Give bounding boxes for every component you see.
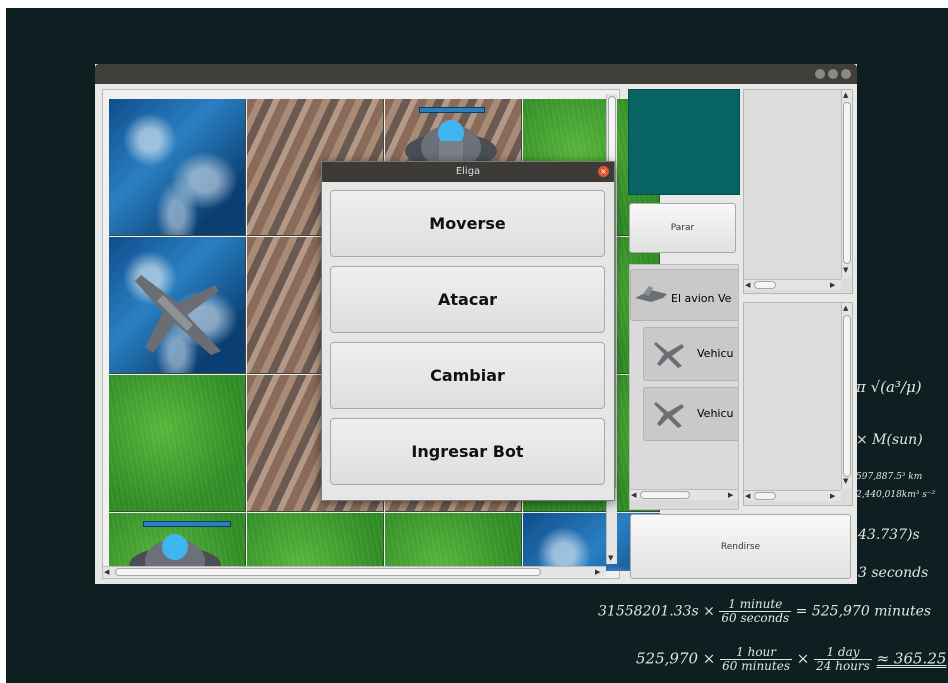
action-dialog: Eliga × Moverse Atacar Cambiar Ingresar …	[321, 161, 615, 501]
enter-bot-button-label: Ingresar Bot	[411, 442, 524, 461]
jet-icon	[635, 286, 667, 302]
jet-unit-icon	[135, 275, 221, 355]
surrender-button[interactable]: Rendirse	[630, 514, 851, 579]
board-horizontal-scrollbar[interactable]: ◀ ▶	[103, 566, 606, 577]
scroll-right-arrow-icon[interactable]: ▶	[830, 492, 835, 500]
vertical-scrollbar[interactable]: ▲ ▼	[841, 303, 852, 489]
scroll-up-arrow-icon[interactable]: ▲	[843, 91, 848, 99]
board-tile-grass[interactable]	[247, 513, 384, 571]
move-button[interactable]: Moverse	[330, 190, 605, 257]
attack-button-label: Atacar	[438, 290, 497, 309]
unit-list-item-label: Vehicu	[697, 347, 734, 360]
enter-bot-button[interactable]: Ingresar Bot	[330, 418, 605, 485]
chalk-line-2-result: ≈ 365.25	[876, 649, 947, 668]
change-button[interactable]: Cambiar	[330, 342, 605, 409]
unit-list-horizontal-scrollbar[interactable]: ◀ ▶	[630, 489, 738, 500]
horizontal-scrollbar[interactable]: ◀ ▶	[744, 490, 841, 501]
board-tile-grass[interactable]	[109, 375, 246, 512]
chalk-fraction-day: 1 day 24 hours	[814, 646, 872, 673]
scroll-left-arrow-icon[interactable]: ◀	[104, 568, 109, 576]
scroll-thumb[interactable]	[640, 491, 690, 499]
scroll-thumb[interactable]	[115, 568, 541, 576]
scroll-thumb[interactable]	[843, 315, 851, 477]
chalk-line-1-mult: ×	[703, 603, 715, 620]
unit-list-item[interactable]: Vehicu	[643, 387, 738, 441]
vertical-scrollbar[interactable]: ▲ ▼	[841, 90, 852, 278]
chalk-fraction-minute: 1 minute 60 seconds	[719, 598, 792, 625]
scroll-up-arrow-icon[interactable]: ▲	[843, 304, 848, 312]
chalk-period: 43.737)s	[858, 527, 920, 543]
scroll-down-arrow-icon[interactable]: ▼	[843, 266, 848, 274]
chalk-fraction-num: 1 minute	[719, 598, 792, 612]
scroll-thumb[interactable]	[754, 492, 776, 500]
chalk-distance: 597,887.5³ km	[856, 472, 923, 482]
chalk-seconds: 3 seconds	[858, 565, 929, 581]
scroll-left-arrow-icon[interactable]: ◀	[745, 492, 750, 500]
info-panel-top: ▲ ▼ ◀ ▶	[743, 89, 853, 294]
chalk-fraction-num: 1 day	[814, 646, 872, 660]
unit-list-item[interactable]: Vehicu	[643, 327, 738, 381]
scroll-thumb[interactable]	[843, 102, 851, 264]
chalk-line-1-result: = 525,970 minutes	[795, 603, 932, 620]
scroll-left-arrow-icon[interactable]: ◀	[745, 281, 750, 289]
unit-list-panel: El avion Ve Vehicu Vehicu ◀ ▶	[629, 264, 739, 510]
change-button-label: Cambiar	[430, 366, 505, 385]
scroll-down-arrow-icon[interactable]: ▼	[608, 554, 613, 562]
board-tile-grass[interactable]	[385, 513, 522, 571]
maximize-icon[interactable]	[828, 69, 838, 79]
dialog-title-text: Eliga	[455, 166, 481, 177]
horizontal-scrollbar[interactable]: ◀ ▶	[744, 279, 841, 290]
board-tile-grass[interactable]	[109, 513, 246, 571]
chalk-gm: 2,440,018km³ s⁻²	[856, 490, 936, 500]
board-tile-water[interactable]	[109, 99, 246, 236]
selected-unit-row[interactable]: El avion Ve	[630, 269, 738, 321]
board-tile-water[interactable]	[109, 237, 246, 374]
minimize-icon[interactable]	[815, 69, 825, 79]
jet-icon	[654, 402, 684, 428]
move-button-label: Moverse	[429, 214, 506, 233]
unit-list-item-label: Vehicu	[697, 407, 734, 420]
robot-unit-icon	[129, 534, 221, 571]
stop-button[interactable]: Parar	[629, 203, 736, 253]
attack-button[interactable]: Atacar	[330, 266, 605, 333]
chalk-fraction-num: 1 hour	[720, 646, 792, 660]
chalk-line-2-value: 525,970 ×	[636, 649, 716, 668]
team-color-panel	[628, 89, 740, 195]
chalk-line-2-mult: ×	[796, 649, 810, 668]
close-icon[interactable]	[841, 69, 851, 79]
left-border	[0, 0, 6, 683]
surrender-button-label: Rendirse	[720, 541, 761, 552]
jet-icon	[654, 342, 684, 368]
scroll-right-arrow-icon[interactable]: ▶	[595, 568, 600, 576]
stop-button-label: Parar	[670, 223, 695, 233]
chalk-fraction-den: 24 hours	[816, 659, 870, 673]
dialog-close-icon[interactable]: ×	[598, 166, 609, 177]
chalk-line-1-value: 31558201.33s	[598, 603, 699, 620]
scroll-right-arrow-icon[interactable]: ▶	[728, 491, 733, 499]
dialog-title[interactable]: Eliga ×	[322, 162, 614, 182]
selected-unit-label: El avion Ve	[671, 292, 732, 305]
window-titlebar[interactable]	[95, 64, 857, 84]
chalk-mass: × M(sun)	[856, 432, 923, 448]
chalk-line-2: 525,970 × 1 hour 60 minutes × 1 day 24 h…	[636, 646, 946, 673]
top-border	[0, 0, 948, 8]
chalk-fraction-hour: 1 hour 60 minutes	[720, 646, 792, 673]
chalk-sqrt-formula: π √(a³/μ)	[856, 378, 922, 396]
scroll-right-arrow-icon[interactable]: ▶	[830, 281, 835, 289]
chalk-fraction-den: 60 minutes	[722, 659, 790, 673]
scroll-left-arrow-icon[interactable]: ◀	[631, 491, 636, 499]
info-panel-bottom: ▲ ▼ ◀ ▶	[743, 302, 853, 506]
scroll-thumb[interactable]	[754, 281, 776, 289]
chalk-line-1: 31558201.33s × 1 minute 60 seconds = 525…	[598, 598, 931, 625]
chalk-fraction-den: 60 seconds	[721, 611, 790, 625]
scroll-down-arrow-icon[interactable]: ▼	[843, 477, 848, 485]
